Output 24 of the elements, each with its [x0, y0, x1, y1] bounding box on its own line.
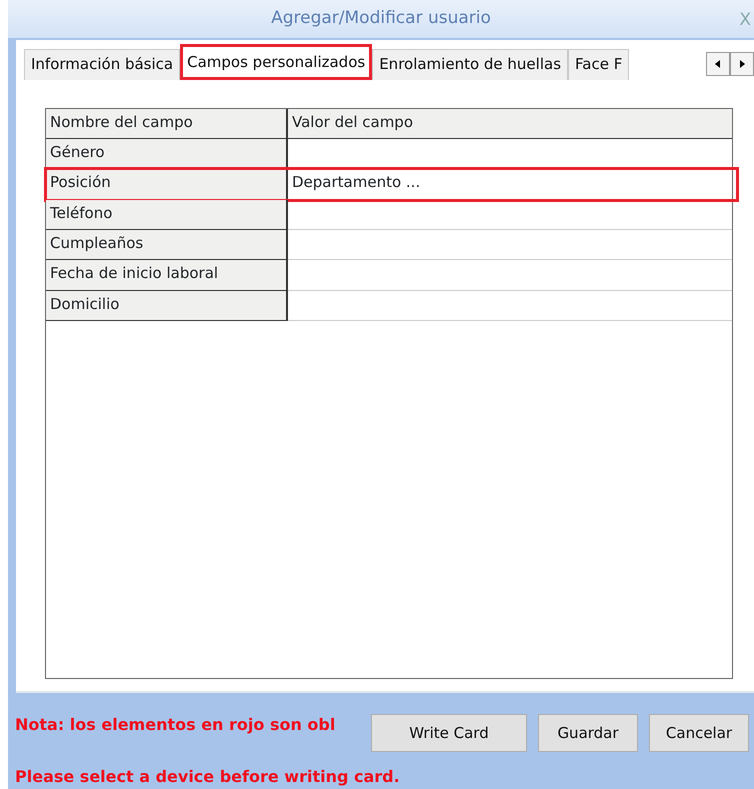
error-message: Please select a device before writing card. — [15, 766, 401, 788]
table-cell: Domicilio — [46, 290, 288, 321]
tab[interactable]: Face F — [568, 48, 630, 80]
scroll-left-button[interactable] — [706, 52, 730, 76]
window-title: Agregar/Modificar usuario — [271, 7, 491, 30]
dialog-button[interactable]: Cancelar — [649, 714, 749, 752]
table-cell: Posición — [46, 169, 288, 200]
column-header: Valor del campo — [288, 108, 732, 140]
table-cell: Género — [46, 139, 288, 170]
left-arrow-icon — [714, 60, 722, 68]
tab[interactable]: Campos personalizados — [180, 44, 372, 80]
scroll-right-button[interactable] — [730, 52, 754, 76]
column-header: Nombre del campo — [46, 108, 288, 140]
tab[interactable]: Información básica — [24, 48, 180, 80]
right-arrow-icon — [738, 60, 746, 68]
table-cell: Cumpleaños — [46, 230, 288, 260]
note-text: Nota: los elementos en rojo son obl — [15, 714, 336, 736]
dialog-button[interactable]: Write Card — [371, 714, 527, 752]
tab[interactable]: Enrolamiento de huellas — [372, 48, 568, 80]
highlighted-row[interactable]: Posición Departamento ... — [46, 169, 737, 200]
table-cell: Teléfono — [46, 200, 288, 230]
table-cell[interactable]: Departamento ... — [288, 169, 737, 200]
dialog-button[interactable]: Guardar — [538, 714, 638, 752]
table-cell: Fecha de inicio laboral — [46, 260, 288, 291]
